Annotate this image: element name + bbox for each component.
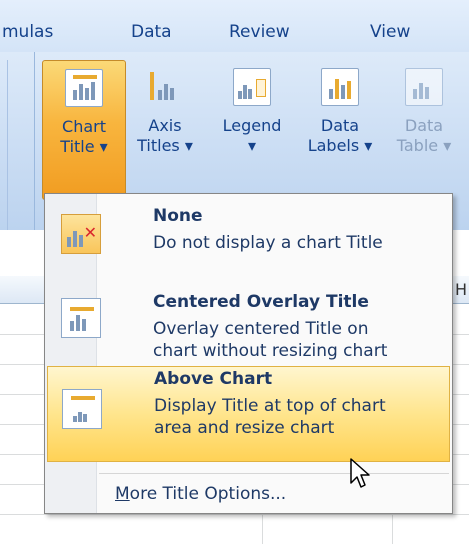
ribbon-separator xyxy=(0,60,8,240)
menu-item-above-chart-heading: Above Chart xyxy=(154,369,273,389)
data-table-button[interactable]: Data Table ▾ xyxy=(384,60,464,156)
more-title-options-label: ore Title Options... xyxy=(129,484,287,504)
data-labels-label-1: Data xyxy=(320,116,360,135)
axis-titles-label-2: Titles ▾ xyxy=(137,136,193,155)
menu-item-none-heading: None xyxy=(153,206,203,226)
centered-overlay-title-icon xyxy=(61,298,101,338)
ribbon-tab-bar: mulas Data Review View xyxy=(0,0,469,52)
data-labels-button[interactable]: Data Labels ▾ xyxy=(302,60,378,156)
data-labels-label-2: Labels ▾ xyxy=(307,136,373,155)
data-labels-icon xyxy=(321,68,359,106)
legend-icon xyxy=(233,68,271,106)
menu-item-centered-overlay-desc-1: Overlay centered Title on xyxy=(153,319,369,339)
menu-item-above-chart-desc-1: Display Title at top of chart xyxy=(154,396,386,416)
mouse-pointer-icon xyxy=(350,458,370,488)
axis-titles-label-1: Axis xyxy=(148,116,182,135)
chart-title-icon xyxy=(65,69,103,107)
menu-item-centered-overlay-heading: Centered Overlay Title xyxy=(153,292,369,312)
tab-view[interactable]: View xyxy=(370,22,410,42)
axis-titles-icon xyxy=(146,68,184,106)
data-table-label-2: Table ▾ xyxy=(396,136,452,155)
chart-title-dropdown-menu: ✕ None Do not display a chart Title Cent… xyxy=(44,193,453,514)
more-title-options-mnemonic: M xyxy=(115,484,130,504)
chart-title-button[interactable]: Chart Title ▾ xyxy=(42,60,126,200)
menu-item-none[interactable]: ✕ None Do not display a chart Title xyxy=(47,200,450,284)
menu-item-centered-overlay-desc-2: chart without resizing chart xyxy=(153,341,388,361)
tab-formulas[interactable]: mulas xyxy=(2,22,53,42)
data-table-label-1: Data xyxy=(404,116,444,135)
menu-item-centered-overlay-title[interactable]: Centered Overlay Title Overlay centered … xyxy=(47,284,450,368)
legend-label-1: Legend xyxy=(222,116,282,135)
menu-item-above-chart[interactable]: Above Chart Display Title at top of char… xyxy=(47,366,450,462)
tab-review[interactable]: Review xyxy=(229,22,290,42)
axis-titles-button[interactable]: Axis Titles ▾ xyxy=(132,60,198,156)
no-title-icon: ✕ xyxy=(61,214,101,254)
menu-item-above-chart-desc-2: area and resize chart xyxy=(154,418,335,438)
above-chart-title-icon xyxy=(62,389,102,429)
data-table-icon xyxy=(405,68,443,106)
legend-button[interactable]: Legend ▾ xyxy=(212,60,292,156)
column-header-h[interactable]: H xyxy=(455,280,467,299)
menu-separator xyxy=(99,473,449,474)
menu-item-none-desc: Do not display a chart Title xyxy=(153,233,383,253)
chart-title-label-1: Chart xyxy=(62,117,106,136)
tab-data[interactable]: Data xyxy=(131,22,172,42)
more-title-options[interactable]: More Title Options... xyxy=(115,484,286,504)
chart-title-label-2: Title ▾ xyxy=(60,137,108,156)
legend-label-2: ▾ xyxy=(247,136,257,155)
